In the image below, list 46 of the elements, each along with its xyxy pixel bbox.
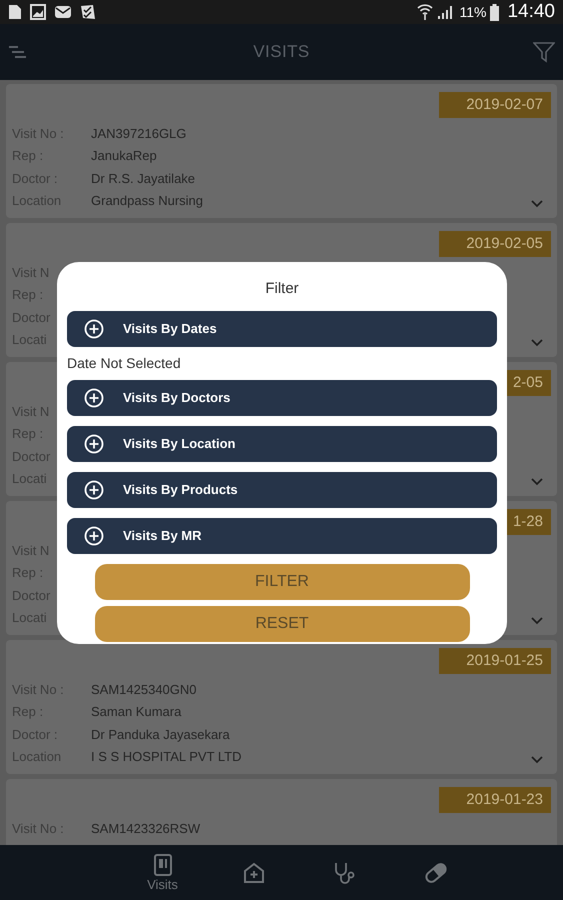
chevron-down-icon[interactable] xyxy=(531,617,543,625)
date-status: Date Not Selected xyxy=(67,354,182,372)
battery-percent: 11% xyxy=(459,2,486,22)
document-icon xyxy=(8,4,22,20)
clipboard-icon xyxy=(152,853,172,877)
battery-icon xyxy=(490,4,500,20)
field-value: JAN397216GLG xyxy=(91,124,186,142)
filter-section[interactable]: Visits By Products xyxy=(67,472,497,508)
field-value: JanukaRep xyxy=(91,147,157,165)
checklist-icon xyxy=(80,4,96,20)
field-value: I S S HOSPITAL PVT LTD xyxy=(91,748,242,766)
filter-section[interactable]: Visits By Dates xyxy=(67,310,497,346)
menu-icon xyxy=(8,45,28,59)
plus-circle-icon xyxy=(84,526,104,546)
chevron-down-icon[interactable] xyxy=(531,756,543,764)
chevron-down-icon[interactable] xyxy=(531,339,543,347)
dialog-title: Filter xyxy=(265,279,299,299)
nav-tab[interactable]: Visits xyxy=(117,853,208,892)
date-badge: 2019-02-05 xyxy=(439,231,551,257)
page-title: VISITS xyxy=(253,41,310,64)
field-value: Dr Panduka Jayasekara xyxy=(91,726,230,744)
hospital-icon xyxy=(242,860,266,884)
field-value: Dr R.S. Jayatilake xyxy=(91,170,196,188)
field-value: Saman Kumara xyxy=(91,703,182,721)
plus-circle-icon xyxy=(84,480,104,500)
field-value: Grandpass Nursing xyxy=(91,192,203,210)
date-badge: 2019-02-07 xyxy=(439,92,551,118)
clock-time: 14:40 xyxy=(507,0,555,24)
filter-section[interactable]: Visits By MR xyxy=(67,518,497,554)
field-value: SAM1425340GN0 xyxy=(91,680,197,698)
date-badge: 2019-01-23 xyxy=(439,787,551,813)
mail-icon xyxy=(54,4,72,20)
filter-section[interactable]: Visits By Location xyxy=(67,426,497,462)
image-icon xyxy=(30,4,46,20)
date-badge: 2019-01-25 xyxy=(439,648,551,674)
filter-icon xyxy=(533,41,555,63)
plus-circle-icon xyxy=(84,318,104,338)
field-value: SAM1423326RSW xyxy=(91,820,200,838)
plus-circle-icon xyxy=(84,434,104,454)
dialog-action-button[interactable]: FILTER xyxy=(94,564,470,600)
wifi-icon xyxy=(417,3,434,21)
filter-section[interactable]: Visits By Doctors xyxy=(67,380,497,416)
plus-circle-icon xyxy=(84,388,104,408)
chevron-down-icon[interactable] xyxy=(531,478,543,486)
chevron-down-icon[interactable] xyxy=(531,200,543,208)
dialog-action-button[interactable]: RESET xyxy=(94,606,470,642)
